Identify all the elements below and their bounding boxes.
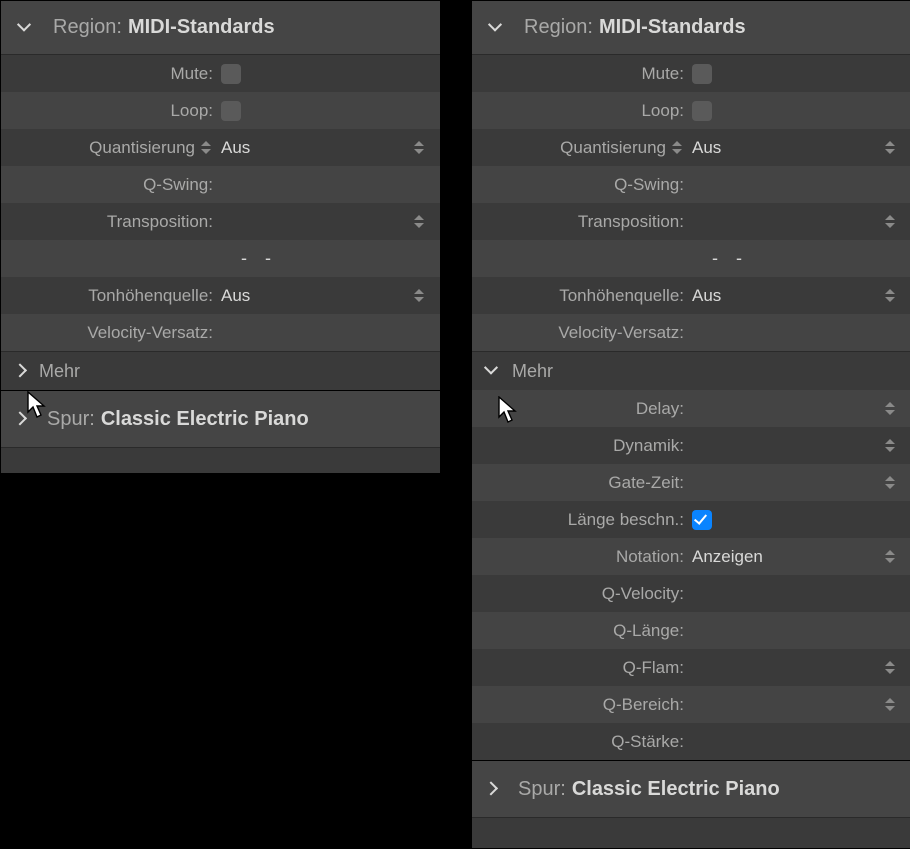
updown-icon[interactable]: [883, 212, 897, 232]
laenge-checkbox[interactable]: [692, 510, 712, 530]
row-dynamik[interactable]: Dynamik:: [472, 427, 910, 464]
chevron-right-icon: [15, 364, 29, 378]
region-label: Region:: [524, 16, 593, 39]
more-disclosure[interactable]: Mehr: [1, 351, 440, 390]
row-transposition[interactable]: Transposition:: [1, 203, 440, 240]
row-loop: Loop:: [472, 92, 910, 129]
track-label: Spur:: [518, 778, 566, 801]
row-finetune[interactable]: --: [472, 240, 910, 277]
row-qswing[interactable]: Q-Swing:: [472, 166, 910, 203]
row-gatezeit[interactable]: Gate-Zeit:: [472, 464, 910, 501]
quantize-label: Quantisierung: [560, 138, 666, 158]
updown-icon[interactable]: [883, 547, 897, 567]
gatezeit-label: Gate-Zeit:: [608, 473, 684, 493]
row-transposition[interactable]: Transposition:: [472, 203, 910, 240]
region-value: MIDI-Standards: [128, 16, 275, 39]
updown-icon[interactable]: [883, 695, 897, 715]
inspector-panel-left: Region: MIDI-Standards Mute: Loop: Quant…: [0, 0, 441, 474]
loop-checkbox[interactable]: [221, 101, 241, 121]
transposition-label: Transposition:: [107, 212, 213, 232]
mute-checkbox[interactable]: [221, 64, 241, 84]
row-qflam[interactable]: Q-Flam:: [472, 649, 910, 686]
qswing-label: Q-Swing:: [143, 175, 213, 195]
updown-icon[interactable]: [670, 138, 684, 158]
updown-icon[interactable]: [883, 399, 897, 419]
notation-label: Notation:: [616, 547, 684, 567]
row-qlaenge[interactable]: Q-Länge:: [472, 612, 910, 649]
track-label: Spur:: [47, 408, 95, 431]
qflam-label: Q-Flam:: [623, 658, 684, 678]
track-header[interactable]: Spur: Classic Electric Piano: [1, 390, 440, 448]
row-mute: Mute:: [472, 55, 910, 92]
row-finetune[interactable]: --: [1, 240, 440, 277]
chevron-right-icon: [15, 412, 29, 426]
pitchsource-value: Aus: [692, 286, 721, 306]
chevron-down-icon: [490, 21, 504, 35]
qstaerke-label: Q-Stärke:: [611, 732, 684, 752]
pitchsource-label: Tonhöhenquelle:: [559, 286, 684, 306]
row-pitchsource[interactable]: Tonhöhenquelle: Aus: [472, 277, 910, 314]
row-qswing[interactable]: Q-Swing:: [1, 166, 440, 203]
chevron-down-icon: [486, 364, 500, 378]
track-header[interactable]: Spur: Classic Electric Piano: [472, 760, 910, 818]
updown-icon[interactable]: [199, 138, 213, 158]
pitchsource-value: Aus: [221, 286, 250, 306]
updown-icon[interactable]: [412, 286, 426, 306]
dynamik-label: Dynamik:: [613, 436, 684, 456]
more-label: Mehr: [512, 361, 553, 382]
updown-icon[interactable]: [883, 658, 897, 678]
loop-checkbox[interactable]: [692, 101, 712, 121]
row-velocity[interactable]: Velocity-Versatz:: [1, 314, 440, 351]
row-mute: Mute:: [1, 55, 440, 92]
row-qstaerke[interactable]: Q-Stärke:: [472, 723, 910, 760]
region-header[interactable]: Region: MIDI-Standards: [1, 1, 440, 55]
mute-checkbox[interactable]: [692, 64, 712, 84]
quantize-label: Quantisierung: [89, 138, 195, 158]
qlaenge-label: Q-Länge:: [613, 621, 684, 641]
inspector-panel-right: Region: MIDI-Standards Mute: Loop: Quant…: [471, 0, 910, 849]
loop-label: Loop:: [170, 101, 213, 121]
region-label: Region:: [53, 16, 122, 39]
mute-label: Mute:: [641, 64, 684, 84]
transposition-label: Transposition:: [578, 212, 684, 232]
more-label: Mehr: [39, 361, 80, 382]
updown-icon[interactable]: [412, 212, 426, 232]
updown-icon[interactable]: [883, 286, 897, 306]
pitchsource-label: Tonhöhenquelle:: [88, 286, 213, 306]
row-quantize[interactable]: Quantisierung Aus: [472, 129, 910, 166]
track-value: Classic Electric Piano: [101, 408, 309, 431]
row-quantize[interactable]: Quantisierung Aus: [1, 129, 440, 166]
updown-icon[interactable]: [883, 436, 897, 456]
notation-value: Anzeigen: [692, 547, 763, 567]
quantize-value: Aus: [692, 138, 721, 158]
row-notation[interactable]: Notation: Anzeigen: [472, 538, 910, 575]
updown-icon[interactable]: [412, 138, 426, 158]
row-laenge: Länge beschn.:: [472, 501, 910, 538]
delay-label: Delay:: [636, 399, 684, 419]
velocity-label: Velocity-Versatz:: [87, 323, 213, 343]
loop-label: Loop:: [641, 101, 684, 121]
updown-icon[interactable]: [883, 473, 897, 493]
row-qvelocity[interactable]: Q-Velocity:: [472, 575, 910, 612]
velocity-label: Velocity-Versatz:: [558, 323, 684, 343]
qvelocity-label: Q-Velocity:: [602, 584, 684, 604]
mute-label: Mute:: [170, 64, 213, 84]
laenge-label: Länge beschn.:: [568, 510, 684, 530]
chevron-right-icon: [486, 782, 500, 796]
row-pitchsource[interactable]: Tonhöhenquelle: Aus: [1, 277, 440, 314]
track-value: Classic Electric Piano: [572, 778, 780, 801]
row-loop: Loop:: [1, 92, 440, 129]
region-value: MIDI-Standards: [599, 16, 746, 39]
row-qbereich[interactable]: Q-Bereich:: [472, 686, 910, 723]
qbereich-label: Q-Bereich:: [603, 695, 684, 715]
quantize-value: Aus: [221, 138, 250, 158]
more-disclosure[interactable]: Mehr: [472, 351, 910, 390]
qswing-label: Q-Swing:: [614, 175, 684, 195]
row-velocity[interactable]: Velocity-Versatz:: [472, 314, 910, 351]
row-delay[interactable]: Delay:: [472, 390, 910, 427]
updown-icon[interactable]: [883, 138, 897, 158]
chevron-down-icon: [19, 21, 33, 35]
region-header[interactable]: Region: MIDI-Standards: [472, 1, 910, 55]
